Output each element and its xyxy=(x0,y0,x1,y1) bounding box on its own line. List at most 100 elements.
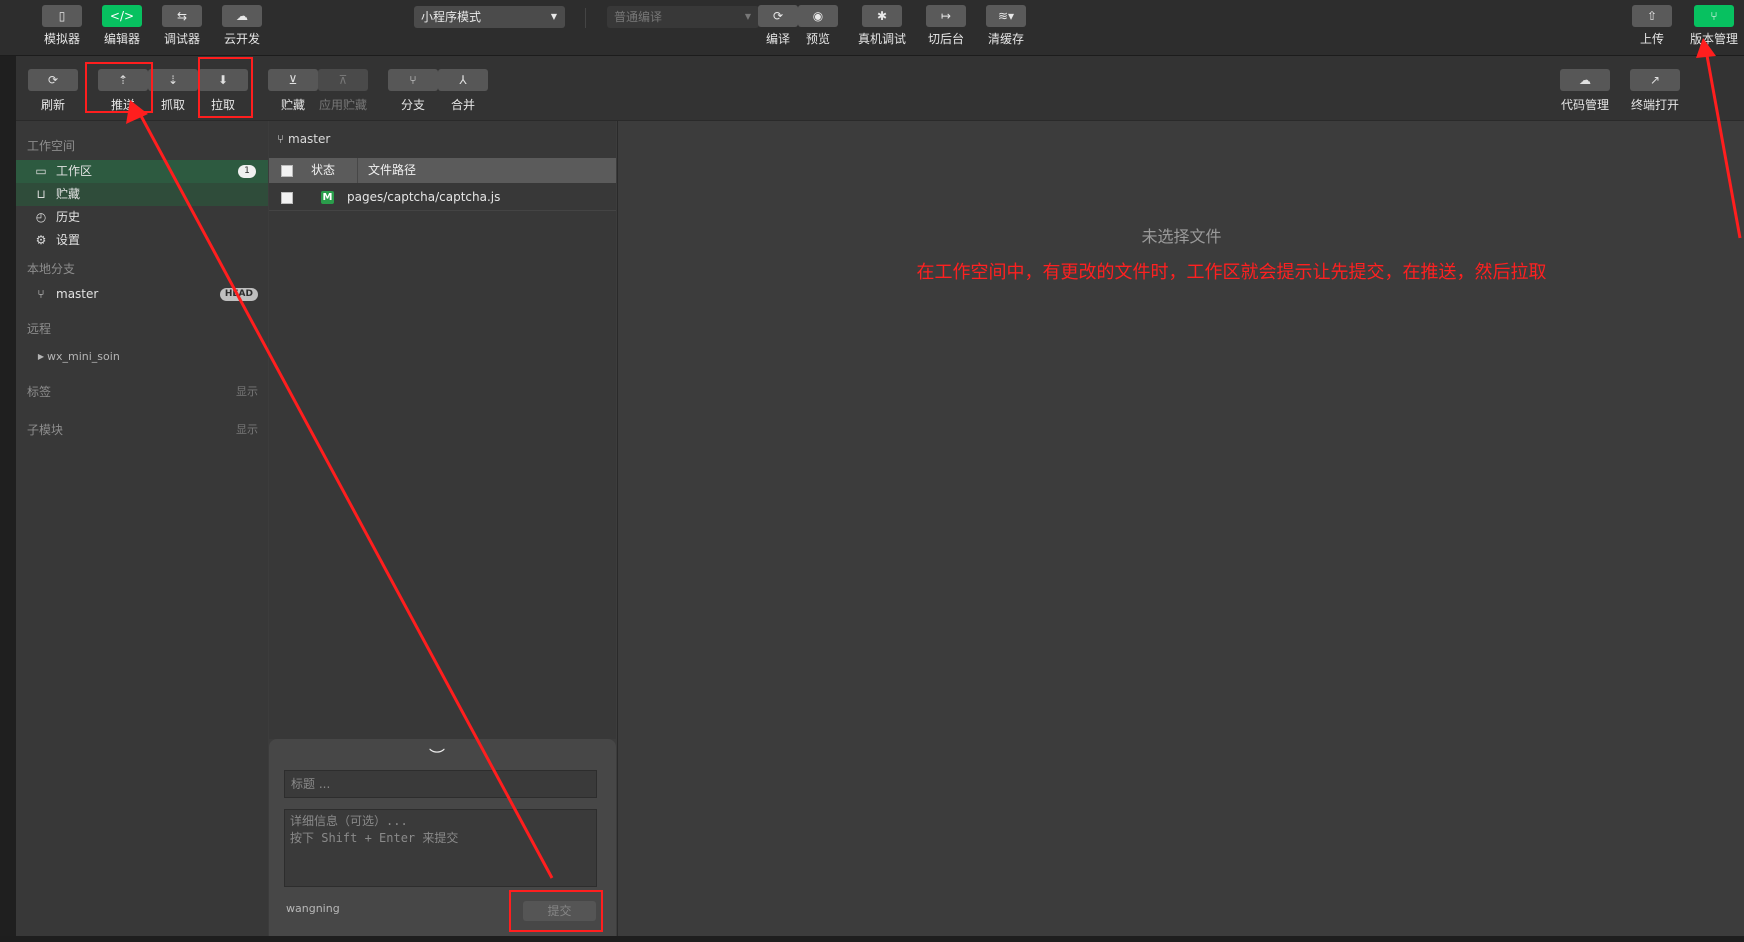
fetch-icon: ⇣ xyxy=(148,69,198,91)
stash-icon: ⊻ xyxy=(268,69,318,91)
stash-label: 贮藏 xyxy=(280,98,305,112)
git-sidebar: 工作空间 ▭ 工作区 1 ⊔ 贮藏 ◴ 历史 ⚙ 设置 本地分支 ⑂ maste… xyxy=(16,121,268,936)
remote-item[interactable]: ▶ wx_mini_soin xyxy=(16,345,268,368)
mode-select-value: 小程序模式 xyxy=(421,10,482,24)
code-mgmt-button[interactable]: ☁ 代码管理 xyxy=(1560,69,1610,113)
stash-button[interactable]: ⊻ 贮藏 xyxy=(268,69,318,113)
preview-label: 预览 xyxy=(805,32,830,46)
sidebar-item-workspace[interactable]: ▭ 工作区 1 xyxy=(16,160,268,183)
merge-button[interactable]: ⅄ 合并 xyxy=(438,69,488,113)
diff-area: 未选择文件 在工作空间中，有更改的文件时，工作区就会提示让先提交，在推送，然后拉… xyxy=(617,121,1744,936)
git-branch-icon: ⑂ xyxy=(1694,5,1734,27)
git-branch-icon: ⑂ xyxy=(277,132,289,146)
remote-name: wx_mini_soin xyxy=(47,350,120,363)
mode-select[interactable]: 小程序模式 ▼ xyxy=(414,6,565,28)
background-button[interactable]: ↦ 切后台 xyxy=(916,5,976,47)
path-column-header: 文件路径 xyxy=(357,158,416,183)
layers-icon: ≋▾ xyxy=(986,5,1026,27)
head-badge: HEAD xyxy=(219,288,258,301)
annotation-text: 在工作空间中，有更改的文件时，工作区就会提示让先提交，在推送，然后拉取 xyxy=(916,262,1547,283)
cloud-icon: ☁ xyxy=(222,5,262,27)
background-label: 切后台 xyxy=(927,32,964,46)
apply-stash-label: 应用贮藏 xyxy=(318,98,367,112)
annotation-box-pull xyxy=(198,57,253,118)
tags-title: 标签 xyxy=(27,385,52,399)
upload-label: 上传 xyxy=(1639,32,1664,46)
real-debug-button[interactable]: ✱ 真机调试 xyxy=(852,5,912,47)
annotation-box-push xyxy=(85,62,153,113)
fetch-button[interactable]: ⇣ 抓取 xyxy=(148,69,198,113)
branch-name: master xyxy=(56,287,99,301)
compile-select[interactable]: 普通编译 ▼ xyxy=(607,6,759,28)
workspace-title: 工作空间 xyxy=(27,139,76,153)
switch-icon: ↦ xyxy=(926,5,966,27)
commit-title-input[interactable] xyxy=(284,770,597,798)
refresh-label: 刷新 xyxy=(40,98,65,112)
change-count-badge: 1 xyxy=(238,165,256,178)
branch-button[interactable]: ⑂ 分支 xyxy=(388,69,438,113)
swap-icon: ⇆ xyxy=(162,5,202,27)
clear-cache-button[interactable]: ≋▾ 清缓存 xyxy=(976,5,1036,47)
upload-button[interactable]: ⇧ 上传 xyxy=(1622,5,1682,47)
cloud-icon: ☁ xyxy=(1560,69,1610,91)
file-row[interactable]: M pages/captcha/captcha.js xyxy=(269,185,616,211)
modified-badge: M xyxy=(321,191,334,204)
eye-icon: ◉ xyxy=(798,5,838,27)
chevron-down-icon[interactable]: ︶ xyxy=(429,743,445,767)
bug-icon: ✱ xyxy=(862,5,902,27)
file-checkbox[interactable] xyxy=(281,192,293,204)
cloud-button[interactable]: ☁ 云开发 xyxy=(212,5,272,47)
sidebar-item-settings[interactable]: ⚙ 设置 xyxy=(16,229,268,252)
no-file-selected-text: 未选择文件 xyxy=(1141,227,1222,246)
compile-select-value: 普通编译 xyxy=(614,10,663,24)
git-branch-icon: ⑂ xyxy=(388,69,438,91)
apply-stash-button[interactable]: ⊼ 应用贮藏 xyxy=(318,69,368,113)
branch-item-master[interactable]: ⑂ master HEAD xyxy=(16,283,268,306)
editor-button[interactable]: </> 编辑器 xyxy=(92,5,152,47)
select-all-checkbox[interactable] xyxy=(281,165,293,177)
tags-show-link[interactable]: 显示 xyxy=(236,383,258,399)
refresh-button[interactable]: ⟳ 刷新 xyxy=(28,69,78,113)
debugger-label: 调试器 xyxy=(163,32,200,46)
current-branch: ⑂ master xyxy=(277,132,330,146)
toolbar-divider xyxy=(585,8,586,28)
commit-detail-input[interactable] xyxy=(284,809,597,887)
version-mgmt-label: 版本管理 xyxy=(1689,32,1738,46)
code-icon: </> xyxy=(102,5,142,27)
terminal-open-label: 终端打开 xyxy=(1630,98,1679,112)
clear-cache-label: 清缓存 xyxy=(987,32,1024,46)
submodules-show-link[interactable]: 显示 xyxy=(236,421,258,437)
simulator-button[interactable]: ▯ 模拟器 xyxy=(32,5,92,47)
status-strip xyxy=(0,936,1744,942)
sidebar-item-history[interactable]: ◴ 历史 xyxy=(16,206,268,229)
editor-gutter xyxy=(0,56,16,942)
real-debug-label: 真机调试 xyxy=(857,32,906,46)
phone-icon: ▯ xyxy=(42,5,82,27)
caret-right-icon: ▶ xyxy=(37,352,45,361)
cloud-label: 云开发 xyxy=(223,32,260,46)
top-toolbar: ▯ 模拟器 </> 编辑器 ⇆ 调试器 ☁ 云开发 小程序模式 ▼ 普通编译 ▼… xyxy=(0,0,1744,56)
current-branch-name: master xyxy=(288,132,331,146)
apply-stash-icon: ⊼ xyxy=(318,69,368,91)
remote-title: 远程 xyxy=(27,322,52,336)
annotation-box-commit xyxy=(509,890,603,932)
sidebar-item-label: 设置 xyxy=(56,233,81,247)
commit-author: wangning xyxy=(286,902,340,915)
sidebar-item-stash[interactable]: ⊔ 贮藏 xyxy=(16,183,268,206)
git-toolbar: ⟳ 刷新 ⇡ 推送 ⇣ 抓取 ⬇ 拉取 ⊻ 贮藏 ⊼ 应用贮藏 ⑂ 分支 ⅄ 合… xyxy=(16,56,1744,121)
upload-icon: ⇧ xyxy=(1632,5,1672,27)
version-mgmt-button[interactable]: ⑂ 版本管理 xyxy=(1684,5,1744,47)
file-list-header: 状态 文件路径 xyxy=(269,158,616,183)
preview-button[interactable]: ◉ 预览 xyxy=(788,5,848,47)
local-branch-title: 本地分支 xyxy=(27,262,76,276)
editor-label: 编辑器 xyxy=(103,32,140,46)
folder-icon: ▭ xyxy=(35,164,47,178)
terminal-open-button[interactable]: ↗ 终端打开 xyxy=(1630,69,1680,113)
code-mgmt-label: 代码管理 xyxy=(1560,98,1609,112)
refresh-icon: ⟳ xyxy=(28,69,78,91)
status-column-header: 状态 xyxy=(311,163,336,177)
submodules-title: 子模块 xyxy=(27,423,64,437)
merge-icon: ⅄ xyxy=(438,69,488,91)
file-list: ⑂ master 状态 文件路径 M pages/captcha/captcha… xyxy=(269,121,616,739)
debugger-button[interactable]: ⇆ 调试器 xyxy=(152,5,212,47)
